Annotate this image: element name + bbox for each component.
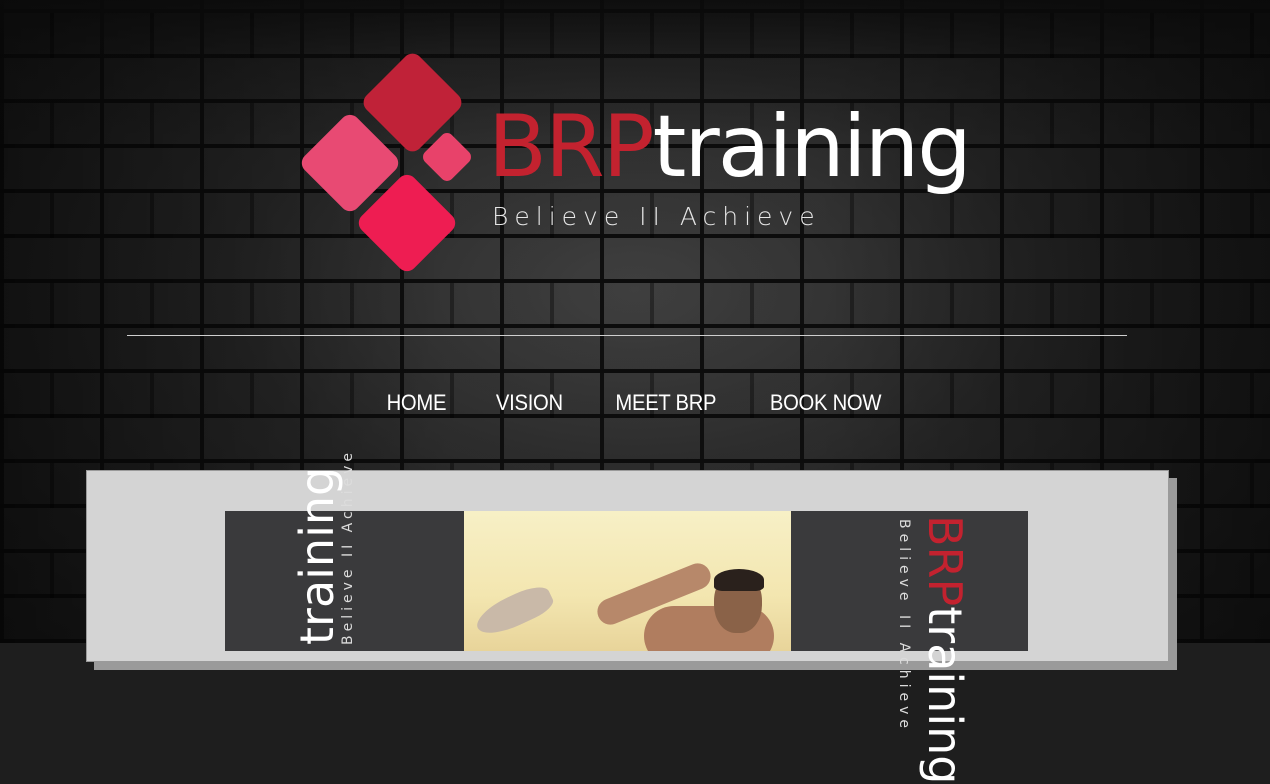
nav-book-now[interactable]: BOOK NOW xyxy=(770,390,882,416)
brand-tagline: Believe II Achieve xyxy=(492,202,821,231)
nav-vision[interactable]: VISION xyxy=(496,390,563,416)
brand-name: BRPtraining xyxy=(488,104,972,190)
brand-name-red: BRP xyxy=(488,97,655,197)
photo-shoe xyxy=(471,580,557,642)
banner-right-logo: Believe II Achieve BRPtraining xyxy=(896,515,976,784)
nav-home[interactable]: HOME xyxy=(387,390,447,416)
banner-left-logo: training Believe II Achieve xyxy=(290,449,356,645)
hero-photo xyxy=(464,511,791,651)
main-nav: HOME VISION MEET BRP BOOK NOW xyxy=(0,390,1270,416)
banner-left-tagline: Believe II Achieve xyxy=(340,449,356,645)
header-divider xyxy=(127,335,1127,336)
photo-hair xyxy=(714,569,764,591)
banner-right-brand-white: training xyxy=(918,606,972,784)
banner-left-brand: training xyxy=(290,466,344,645)
brand-name-white: training xyxy=(652,97,972,197)
banner-right-brand-red: BRP xyxy=(918,515,972,607)
nav-meet-brp[interactable]: MEET BRP xyxy=(615,390,716,416)
banner-right-brand: BRPtraining xyxy=(918,515,972,784)
banner-right-tagline: Believe II Achieve xyxy=(896,519,912,733)
